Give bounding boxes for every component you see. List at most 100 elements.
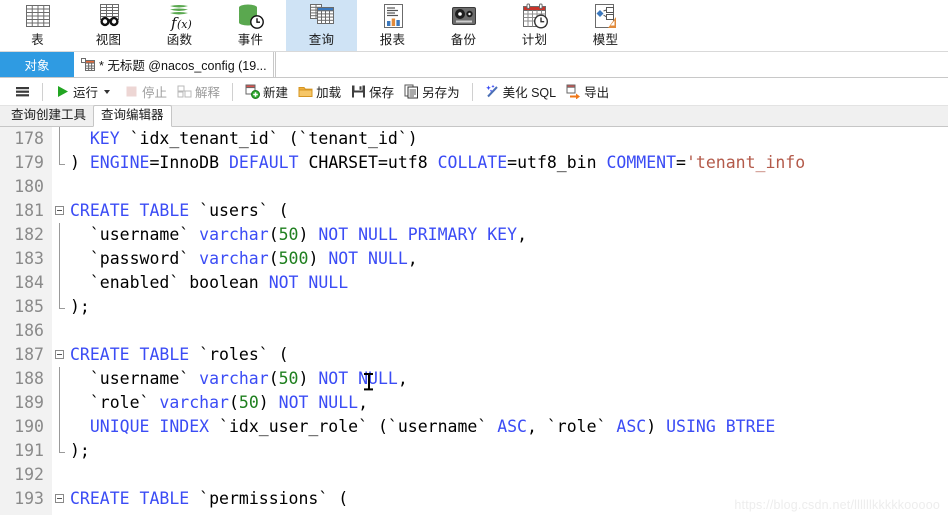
code-line[interactable]: 178 KEY `idx_tenant_id` (`tenant_id`) xyxy=(0,127,948,151)
hamburger-menu-button[interactable] xyxy=(10,81,35,103)
toolbar-folder-button[interactable]: 加载 xyxy=(293,81,346,103)
save-as-icon xyxy=(404,84,419,99)
folder-icon xyxy=(298,84,313,99)
ribbon-item-backup[interactable]: 备份 xyxy=(428,0,499,51)
ribbon-item-report[interactable]: 报表 xyxy=(357,0,428,51)
ribbon-item-function[interactable]: f (x) 函数 xyxy=(144,0,215,51)
ribbon-item-label: 函数 xyxy=(166,33,193,47)
code-line[interactable]: 190 UNIQUE INDEX `idx_user_role` (`usern… xyxy=(0,415,948,439)
main-ribbon: 表 视图 f (x) 函数 事件 查询 报表 备份 计划 模型 xyxy=(0,0,948,52)
ribbon-item-view[interactable]: 视图 xyxy=(73,0,144,51)
toolbar-button-label: 停止 xyxy=(142,86,168,100)
hamburger-icon xyxy=(15,84,30,99)
code-line[interactable]: 192 xyxy=(0,463,948,487)
code-line[interactable]: 184 `enabled` boolean NOT NULL xyxy=(0,271,948,295)
code-line[interactable]: 191); xyxy=(0,439,948,463)
toolbar-new-button[interactable]: 新建 xyxy=(240,81,293,103)
code-text: `password` varchar(500) NOT NULL, xyxy=(70,249,418,268)
code-line[interactable]: 185); xyxy=(0,295,948,319)
fold-toggle-icon[interactable] xyxy=(55,206,64,215)
ribbon-item-label: 事件 xyxy=(237,33,264,47)
fold-guide-line xyxy=(59,415,60,439)
code-line[interactable]: 189 `role` varchar(50) NOT NULL, xyxy=(0,391,948,415)
code-line[interactable]: 179 ) ENGINE=InnoDB DEFAULT CHARSET=utf8 … xyxy=(0,151,948,175)
tab-query-document[interactable]: * 无标题 @nacos_config (19... xyxy=(74,52,274,77)
tab-objects[interactable]: 对象 xyxy=(0,52,74,77)
code-line[interactable]: 193 CREATE TABLE `permissions` ( xyxy=(0,487,948,511)
code-line[interactable]: 188 `username` varchar(50) NOT NULL, xyxy=(0,367,948,391)
chevron-down-icon[interactable] xyxy=(104,89,111,94)
ribbon-item-table[interactable]: 表 xyxy=(2,0,73,51)
ribbon-item-event[interactable]: 事件 xyxy=(215,0,286,51)
fold-toggle-icon[interactable] xyxy=(55,350,64,359)
line-number: 190 xyxy=(14,417,44,436)
code-text: ); xyxy=(70,297,90,316)
line-number: 185 xyxy=(14,297,44,316)
ribbon-item-model[interactable]: 模型 xyxy=(570,0,641,51)
code-text: ) ENGINE=InnoDB DEFAULT CHARSET=utf8 COL… xyxy=(70,153,806,172)
toolbar-beautify-button[interactable]: 美化 SQL xyxy=(480,81,562,103)
code-text: `username` varchar(50) NOT NULL PRIMARY … xyxy=(70,225,527,244)
svg-text:(x): (x) xyxy=(177,18,192,31)
view-icon xyxy=(94,2,124,31)
function-icon: f (x) xyxy=(165,2,195,32)
save-icon xyxy=(351,84,366,99)
navicat-query-window: 表 视图 f (x) 函数 事件 查询 报表 备份 计划 模型 对象 * 无标题… xyxy=(0,0,948,515)
code-text: UNIQUE INDEX `idx_user_role` (`username`… xyxy=(89,417,776,436)
line-number: 188 xyxy=(14,369,44,388)
export-icon xyxy=(566,84,581,100)
code-area[interactable]: 178 KEY `idx_tenant_id` (`tenant_id`) 179… xyxy=(0,127,948,515)
toolbar-save-button[interactable]: 保存 xyxy=(346,81,399,103)
subtab-query-editor[interactable]: 查询编辑器 xyxy=(93,105,172,127)
sql-editor[interactable]: 178 KEY `idx_tenant_id` (`tenant_id`) 179… xyxy=(0,127,948,515)
ribbon-item-schedule[interactable]: 计划 xyxy=(499,0,570,51)
fold-toggle-icon[interactable] xyxy=(55,494,64,503)
backup-icon xyxy=(449,2,479,31)
code-line[interactable]: 182 `username` varchar(50) NOT NULL PRIM… xyxy=(0,223,948,247)
code-line[interactable]: 181 CREATE TABLE `users` ( xyxy=(0,199,948,223)
ribbon-item-label: 视图 xyxy=(95,33,122,47)
code-text: KEY `idx_tenant_id` (`tenant_id`) xyxy=(89,129,418,148)
line-number: 182 xyxy=(14,225,44,244)
explain-icon xyxy=(177,84,192,99)
code-line[interactable]: 186 xyxy=(0,319,948,343)
window-tabstrip: 对象 * 无标题 @nacos_config (19... xyxy=(0,52,948,78)
event-icon xyxy=(236,2,266,31)
toolbar-stop-button[interactable]: 停止 xyxy=(119,81,172,103)
toolbar-button-label: 导出 xyxy=(584,86,610,100)
ribbon-item-label: 计划 xyxy=(521,33,548,47)
line-number: 192 xyxy=(14,465,44,484)
code-line[interactable]: 180 xyxy=(0,175,948,199)
ribbon-item-label: 报表 xyxy=(379,33,406,47)
code-line[interactable]: 183 `password` varchar(500) NOT NULL, xyxy=(0,247,948,271)
fold-guide-line xyxy=(59,391,60,415)
code-text: `role` varchar(50) NOT NULL, xyxy=(70,393,369,412)
play-icon xyxy=(55,84,70,99)
code-line[interactable]: 187 CREATE TABLE `roles` ( xyxy=(0,343,948,367)
fold-guide-line xyxy=(59,127,60,151)
table-grid-icon xyxy=(81,58,95,71)
query-toolbar: 运行 停止 解释 新建 加载 保存 另存为 美化 SQL 导出 xyxy=(0,78,948,106)
line-number: 193 xyxy=(14,489,44,508)
ribbon-item-label: 表 xyxy=(31,33,44,47)
ribbon-item-query[interactable]: 查询 xyxy=(286,0,357,51)
schedule-icon xyxy=(520,2,550,31)
report-icon xyxy=(378,2,408,31)
subtab-query-builder[interactable]: 查询创建工具 xyxy=(4,106,93,126)
toolbar-explain-button[interactable]: 解释 xyxy=(172,81,225,103)
line-number: 179 xyxy=(14,153,44,172)
model-icon xyxy=(591,2,621,31)
toolbar-button-label: 另存为 xyxy=(422,86,460,100)
toolbar-play-button[interactable]: 运行 xyxy=(50,81,119,103)
code-text: ); xyxy=(70,441,90,460)
table-icon xyxy=(23,2,53,31)
tab-query-document-label: * 无标题 @nacos_config (19... xyxy=(99,59,267,73)
code-text: CREATE TABLE `roles` ( xyxy=(70,345,289,364)
toolbar-export-button[interactable]: 导出 xyxy=(561,81,614,103)
toolbar-button-label: 运行 xyxy=(73,86,99,100)
line-number: 181 xyxy=(14,201,44,220)
toolbar-save-as-button[interactable]: 另存为 xyxy=(399,81,465,103)
fold-guide-end xyxy=(59,308,65,309)
query-icon xyxy=(307,2,337,31)
beautify-icon xyxy=(485,84,500,99)
